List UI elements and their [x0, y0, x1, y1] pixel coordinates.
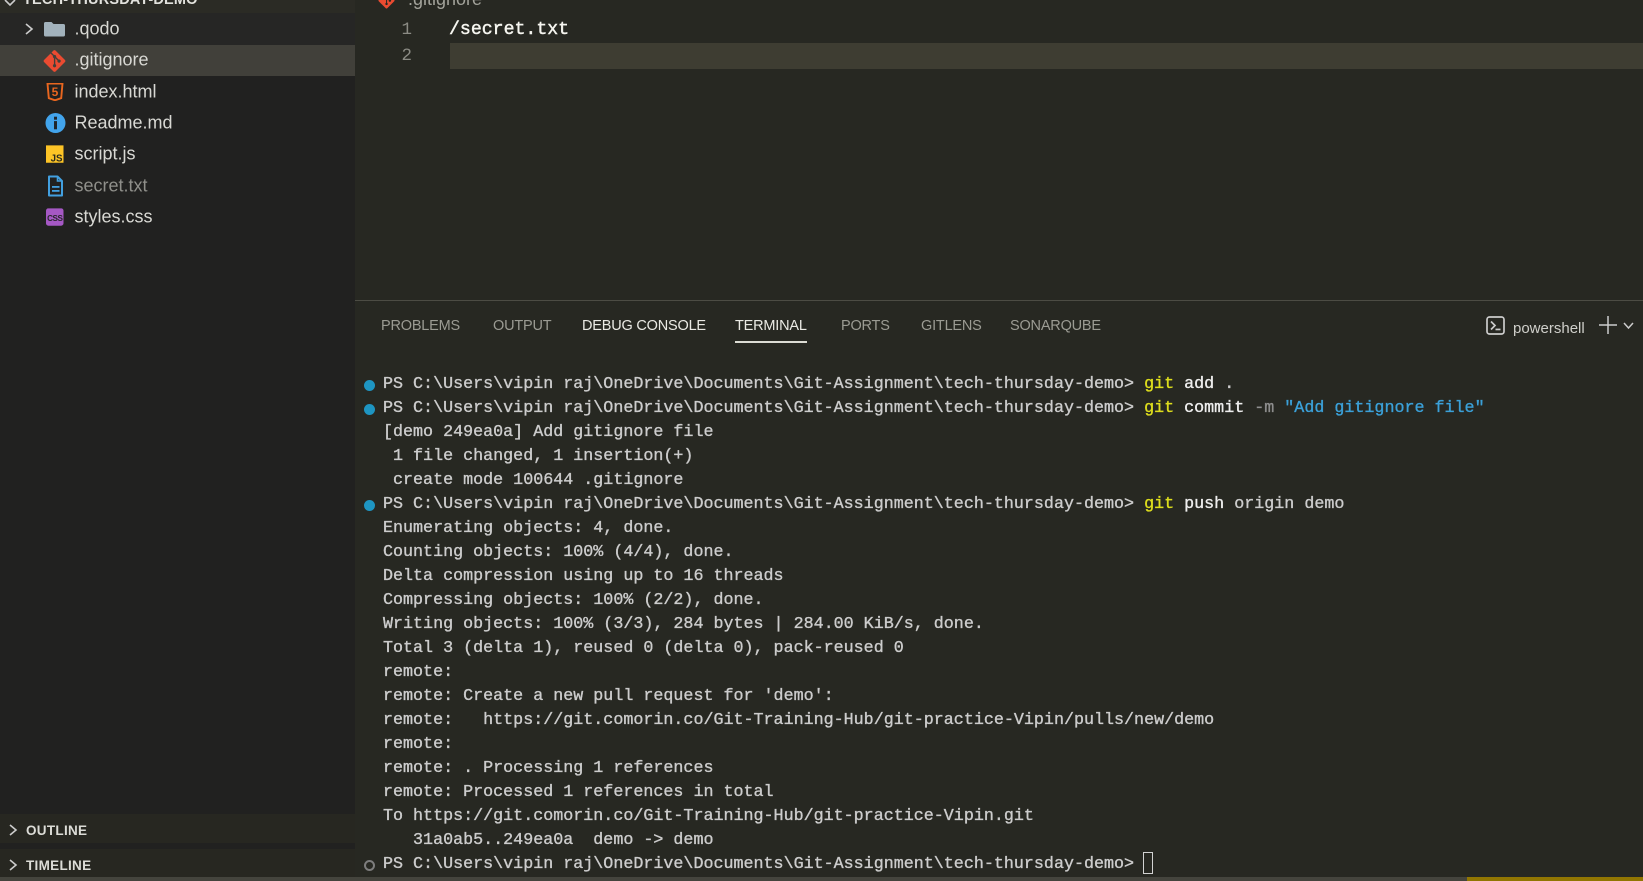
svg-text:JS: JS: [51, 154, 63, 163]
svg-text:CSS: CSS: [47, 214, 63, 223]
svg-text:5: 5: [52, 85, 59, 99]
